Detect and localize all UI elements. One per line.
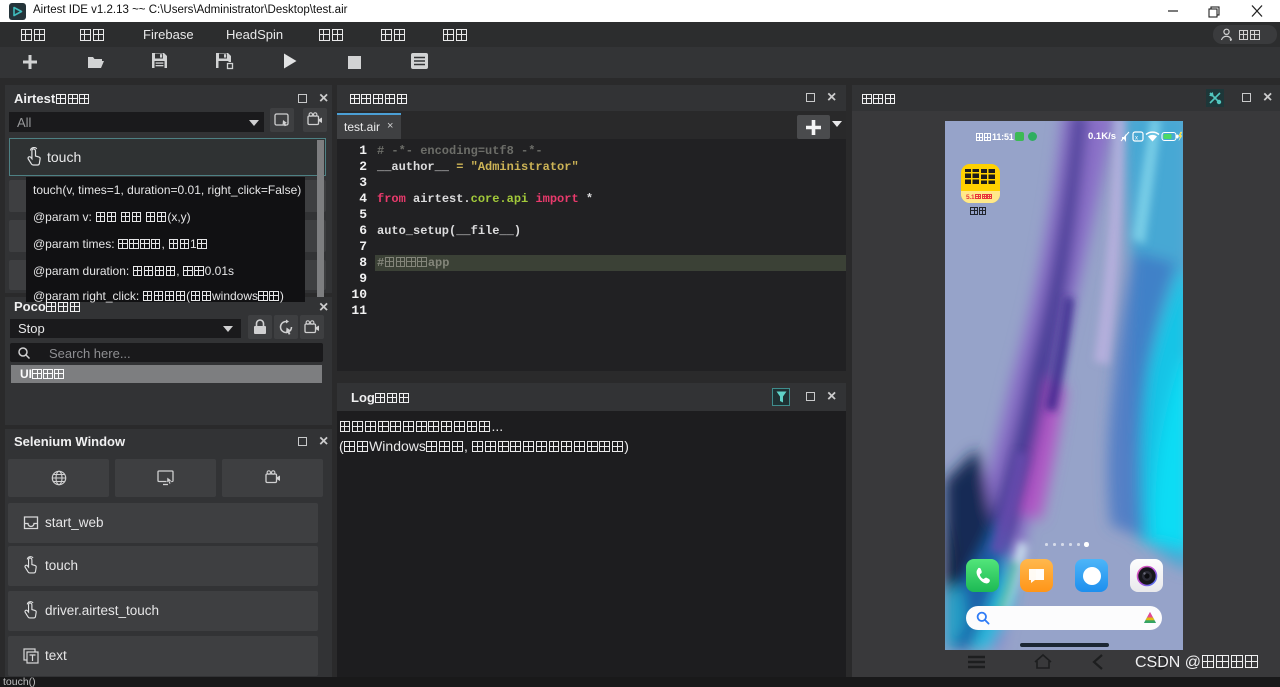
- svg-text:x: x: [1135, 136, 1138, 142]
